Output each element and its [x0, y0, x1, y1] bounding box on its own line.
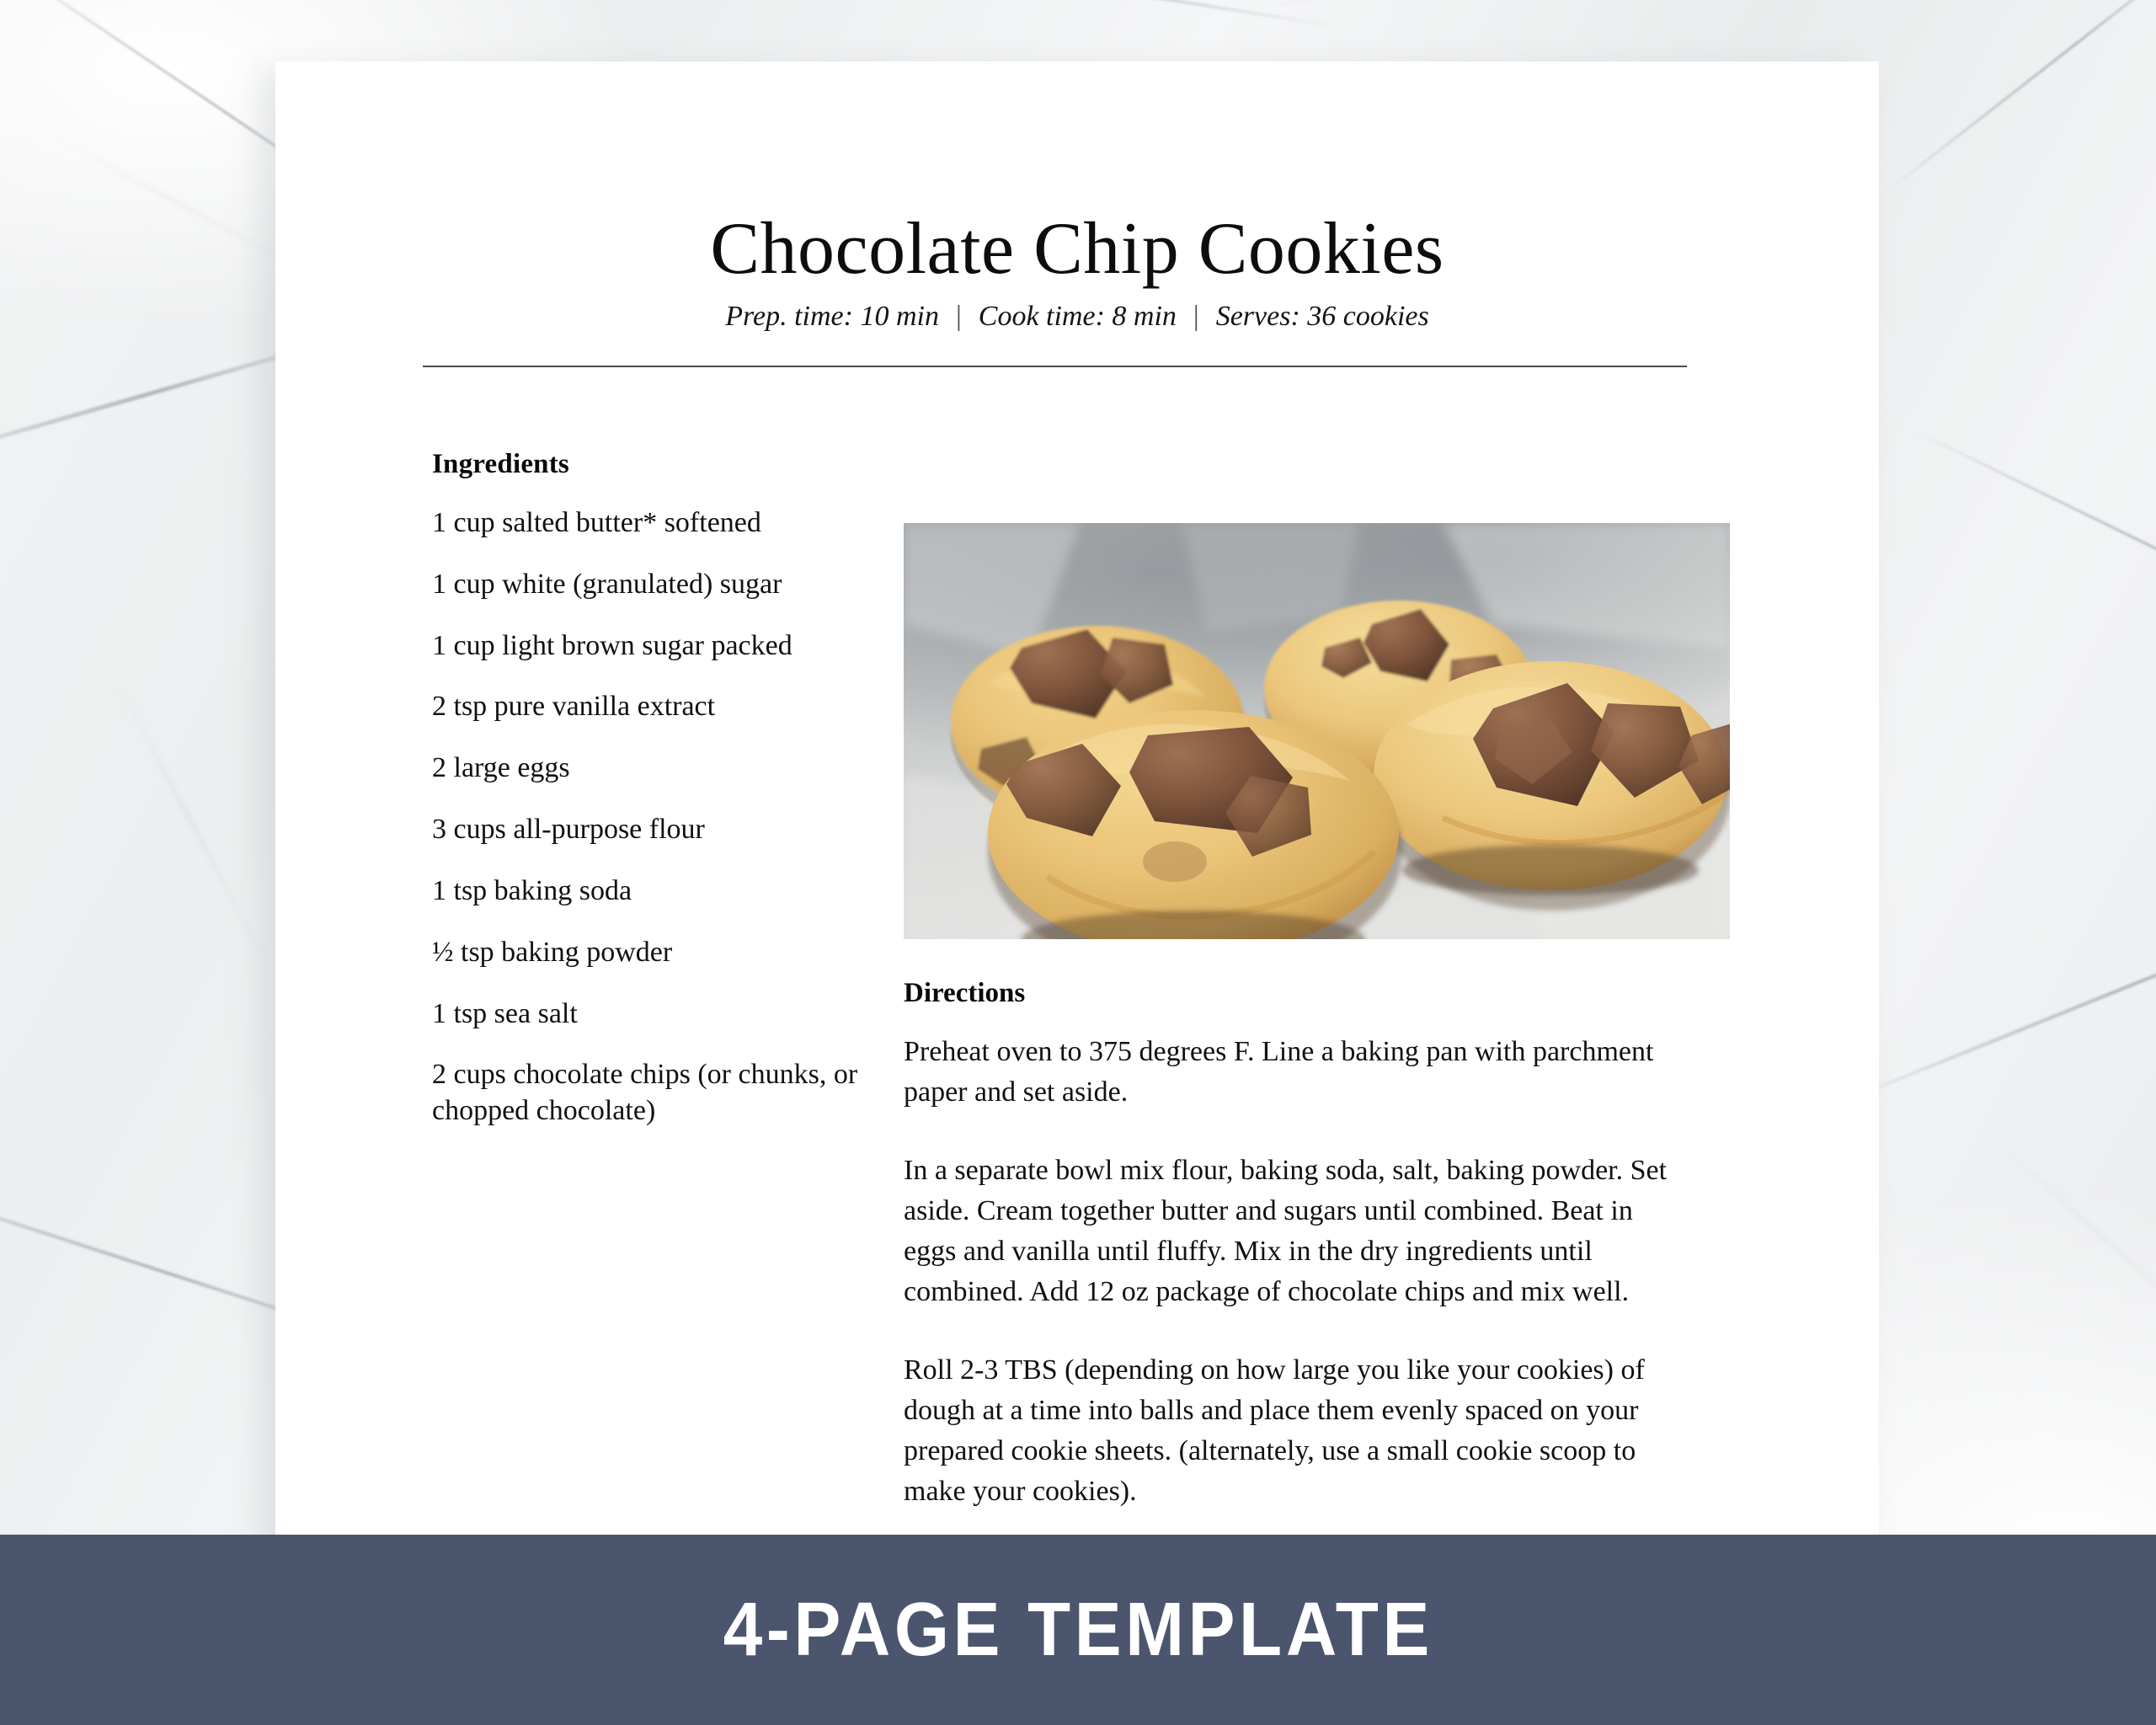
banner-label: 4-PAGE TEMPLATE — [723, 1587, 1433, 1672]
header-divider — [423, 366, 1687, 367]
list-item: 1 tsp sea salt — [432, 997, 578, 1029]
direction-step: Preheat oven to 375 degrees F. Line a ba… — [904, 1036, 1654, 1108]
list-item: 3 cups all-purpose flour — [432, 814, 705, 846]
list-item: 2 tsp pure vanilla extract — [432, 691, 716, 723]
direction-step: In a separate bowl mix flour, baking sod… — [904, 1154, 1668, 1308]
directions-heading: Directions — [904, 978, 1026, 1008]
meta-separator: | — [1193, 301, 1199, 332]
marble-vein — [1831, 884, 2156, 1108]
list-item: 2 large eggs — [432, 752, 570, 784]
list-item: ½ tsp baking powder — [432, 936, 673, 968]
marble-vein — [594, 0, 1343, 29]
marble-vein — [1911, 428, 2156, 653]
direction-step: Roll 2-3 TBS (depending on how large you… — [904, 1354, 1645, 1508]
marble-vein — [1982, 1128, 2156, 1367]
list-item: 1 cup light brown sugar packed — [432, 629, 792, 661]
cookies-photo — [904, 523, 1730, 939]
recipe-meta: Prep. time: 10 min | Cook time: 8 min | Serv… — [275, 301, 1879, 333]
list-item: 1 cup salted butter* softened — [432, 507, 761, 538]
page-title: Chocolate Chip Cookies — [710, 207, 1444, 290]
list-item: 2 cups chocolate chips (or chunks, or ch… — [432, 1059, 858, 1127]
marble-vein — [1269, 0, 1931, 8]
marble-vein — [117, 685, 270, 969]
cook-time-label: Cook time: 8 min — [978, 301, 1177, 332]
directions-body: Preheat oven to 375 degrees F. Line a ba… — [904, 1032, 1691, 1550]
list-item: 1 tsp baking soda — [432, 874, 632, 906]
list-item: 1 cup white (granulated) sugar — [432, 568, 782, 600]
serves-label: Serves: 36 cookies — [1215, 301, 1429, 332]
meta-separator: | — [955, 301, 962, 332]
ingredients-heading: Ingredients — [432, 449, 569, 479]
recipe-page: Chocolate Chip Cookies Prep. time: 10 mi… — [275, 61, 1879, 1577]
ingredients-column: Ingredients 1 cup salted butter* softene… — [432, 449, 870, 1130]
prep-time-label: Prep. time: 10 min — [725, 301, 939, 332]
marble-vein — [1881, 0, 2156, 196]
template-banner: 4-PAGE TEMPLATE — [0, 1535, 2156, 1725]
